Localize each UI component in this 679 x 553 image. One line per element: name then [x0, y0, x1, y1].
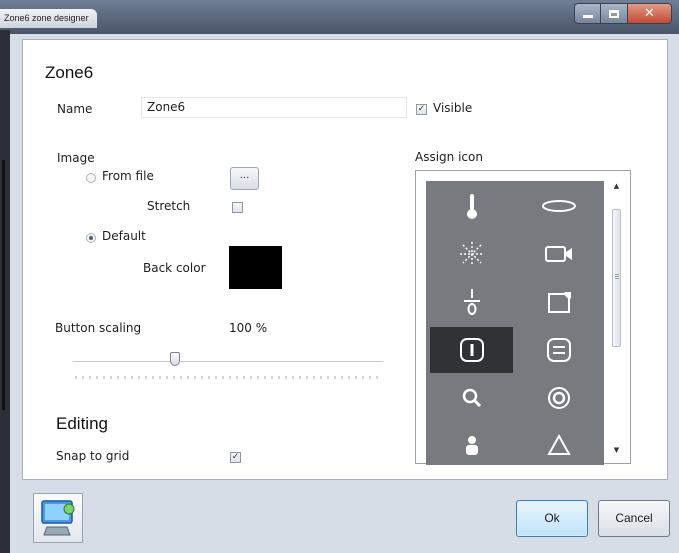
name-label: Name: [57, 102, 93, 116]
browse-file-button[interactable]: ...: [230, 167, 259, 190]
default-label: Default: [102, 229, 146, 243]
ok-button[interactable]: Ok: [516, 500, 588, 537]
icon-option[interactable]: [517, 327, 600, 373]
scaling-slider-thumb[interactable]: [170, 352, 181, 366]
scaling-slider-track[interactable]: [73, 361, 383, 362]
button-scaling-value: 100 %: [229, 321, 268, 335]
icon-option[interactable]: [517, 183, 600, 229]
search-icon: [462, 388, 481, 408]
back-color-swatch[interactable]: [229, 246, 282, 289]
icon-grid: [426, 181, 604, 465]
maximize-button[interactable]: [600, 3, 627, 24]
icon-list: ▲ ▼: [415, 170, 631, 465]
triangle-icon: [546, 433, 571, 455]
window-controls: ✕: [574, 3, 672, 24]
default-radio[interactable]: [86, 233, 96, 243]
icon-option[interactable]: [517, 375, 600, 421]
designer-panel: Zone6 Name Zone6 ✓ Visible Image From fi…: [22, 39, 668, 480]
close-button[interactable]: ✕: [626, 3, 672, 24]
visible-label: Visible: [433, 101, 473, 115]
editing-heading: Editing: [56, 414, 108, 433]
fraction-icon: [463, 289, 480, 315]
back-color-label: Back color: [143, 261, 206, 275]
info-slot-icon: [459, 338, 484, 362]
icon-option[interactable]: [430, 279, 513, 325]
window-left-edge: [0, 30, 10, 553]
snap-to-grid-label: Snap to grid: [56, 449, 130, 463]
checkmark-icon: ✓: [417, 104, 426, 114]
visible-checkbox[interactable]: ✓: [416, 104, 427, 115]
stretch-checkbox[interactable]: [232, 202, 243, 213]
button-scaling-label: Button scaling: [55, 321, 142, 335]
app-logo: [33, 493, 83, 543]
icon-list-scrollbar[interactable]: ▲ ▼: [610, 181, 623, 455]
scrollbar-thumb[interactable]: [612, 209, 621, 347]
video-camera-icon: [544, 246, 572, 262]
icon-option[interactable]: [430, 183, 513, 229]
sparkle-icon: [459, 242, 484, 266]
computer-monitor-icon: [41, 500, 75, 536]
cancel-button[interactable]: Cancel: [598, 500, 670, 537]
folded-square-icon: [547, 292, 571, 313]
stretch-label: Stretch: [147, 199, 191, 213]
zone-heading: Zone6: [45, 63, 94, 82]
person-icon: [465, 436, 478, 455]
maximize-icon: [609, 9, 620, 18]
snap-to-grid-checkbox[interactable]: ✓: [230, 452, 241, 463]
icon-option[interactable]: [430, 375, 513, 421]
from-file-label: From file: [102, 169, 154, 183]
icon-option[interactable]: [517, 423, 600, 465]
scroll-up-icon[interactable]: ▲: [612, 181, 621, 191]
zone-designer-window: Zone6 zone designer ✕ Zone6 Name Zone6 ✓…: [0, 0, 679, 553]
thermometer-icon: [466, 194, 477, 219]
icon-option[interactable]: [430, 327, 513, 373]
icon-option[interactable]: [430, 423, 513, 465]
checkmark-icon: ✓: [231, 452, 240, 462]
close-icon: ✕: [643, 6, 655, 21]
title-bar[interactable]: Zone6 zone designer ✕: [0, 0, 679, 34]
minimize-icon: [582, 15, 593, 18]
scaling-slider-ticks: [75, 376, 381, 379]
icon-option[interactable]: [517, 231, 600, 277]
scroll-down-icon[interactable]: ▼: [612, 445, 621, 455]
list-box-icon: [546, 338, 571, 362]
icon-option[interactable]: [517, 279, 600, 325]
target-icon: [547, 387, 570, 409]
icon-option[interactable]: [430, 231, 513, 277]
ellipse-icon: [541, 200, 576, 212]
from-file-radio[interactable]: [86, 173, 96, 183]
image-label: Image: [57, 151, 95, 165]
window-title: Zone6 zone designer: [0, 9, 97, 28]
name-input[interactable]: Zone6: [141, 97, 407, 118]
assign-icon-label: Assign icon: [415, 150, 483, 164]
minimize-button[interactable]: [574, 3, 601, 24]
